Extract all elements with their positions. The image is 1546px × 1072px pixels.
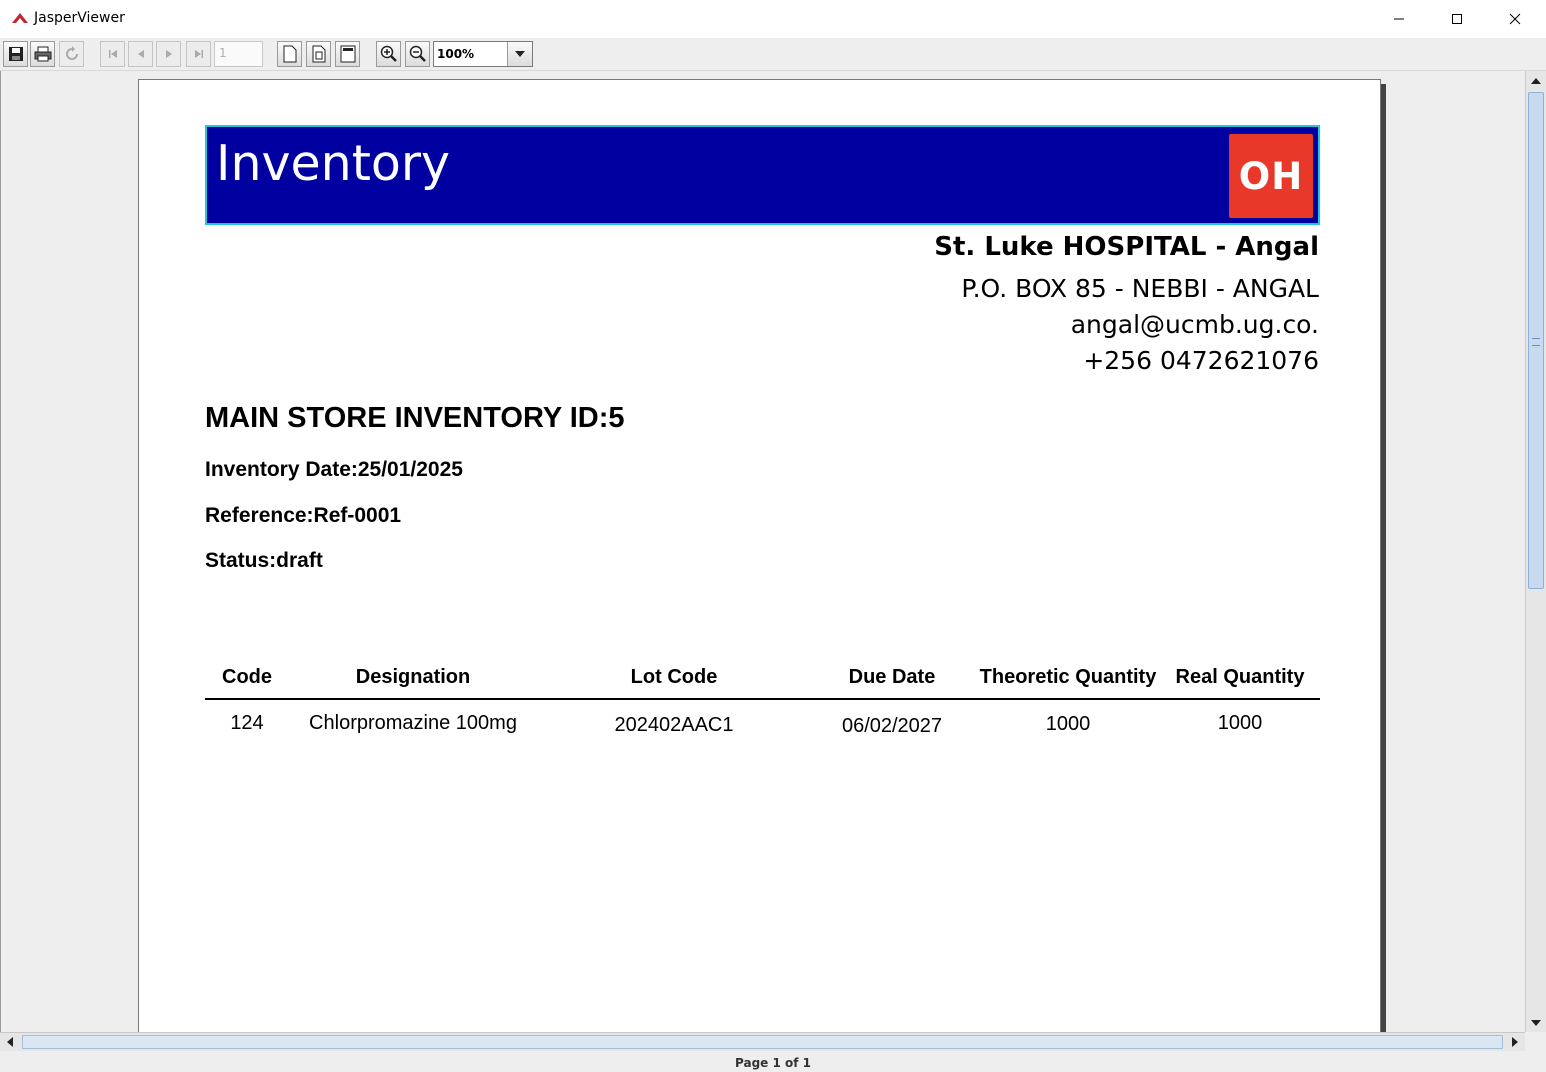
- cell-designation: Chlorpromazine 100mg: [309, 712, 517, 734]
- vertical-scrollbar[interactable]: [1525, 71, 1546, 1032]
- inventory-date: Inventory Date:25/01/2025: [205, 458, 463, 481]
- vertical-scroll-thumb[interactable]: [1528, 92, 1544, 589]
- report-viewport[interactable]: Inventory OH St. Luke HOSPITAL - Angal P…: [0, 71, 1525, 1032]
- cell-code: 124: [230, 712, 264, 734]
- actual-size-icon: [283, 45, 296, 63]
- save-icon: [8, 47, 23, 61]
- zoom-select[interactable]: 100%: [433, 41, 533, 67]
- maximize-icon: [1452, 14, 1462, 24]
- save-button[interactable]: [3, 41, 28, 67]
- first-page-icon: [108, 50, 117, 58]
- page-number-input[interactable]: 1: [214, 41, 263, 67]
- status-bar: Page 1 of 1: [0, 1051, 1546, 1072]
- zoom-dropdown-button[interactable]: [507, 42, 532, 66]
- close-button[interactable]: [1486, 0, 1544, 38]
- cell-due-date: 06/02/2027: [841, 715, 943, 737]
- arrow-left-icon: [7, 1037, 13, 1047]
- column-header-theoretic-quantity: Theoretic Quantity: [979, 666, 1157, 688]
- next-page-button[interactable]: [156, 41, 181, 67]
- column-header-code: Code: [222, 666, 272, 688]
- column-header-lot-code: Lot Code: [630, 666, 718, 688]
- viewer-toolbar: 1 100%: [0, 38, 1546, 71]
- banner-title: Inventory: [216, 135, 451, 192]
- table-header-rule: [205, 698, 1320, 700]
- window-title-bar: JasperViewer: [0, 0, 1546, 39]
- inventory-status: Status:draft: [205, 549, 323, 572]
- report-page: Inventory OH St. Luke HOSPITAL - Angal P…: [138, 79, 1381, 1032]
- hospital-logo: OH: [1229, 134, 1313, 218]
- print-button[interactable]: [30, 41, 55, 67]
- fit-page-icon: [312, 45, 325, 63]
- chevron-down-icon: [515, 51, 525, 57]
- reload-icon: [65, 46, 78, 60]
- zoom-value: 100%: [437, 47, 475, 61]
- print-icon: [34, 46, 51, 62]
- zoom-in-icon: [380, 45, 397, 62]
- zoom-out-button[interactable]: [405, 41, 430, 67]
- arrow-up-icon: [1531, 77, 1541, 84]
- page-status: Page 1 of 1: [735, 1056, 811, 1070]
- cell-theoretic-quantity: 1000: [1045, 713, 1091, 735]
- last-page-button[interactable]: [186, 41, 211, 67]
- reload-button[interactable]: [59, 41, 84, 67]
- first-page-button[interactable]: [100, 41, 125, 67]
- jasper-app-icon: [12, 13, 28, 23]
- hospital-name: St. Luke HOSPITAL - Angal: [934, 232, 1319, 262]
- fit-width-button[interactable]: [335, 41, 360, 67]
- report-banner: Inventory OH: [205, 125, 1320, 225]
- previous-page-button[interactable]: [128, 41, 153, 67]
- scroll-up-button[interactable]: [1526, 71, 1546, 90]
- logo-text: OH: [1238, 154, 1304, 198]
- zoom-out-icon: [409, 45, 426, 62]
- hospital-address: P.O. BOX 85 - NEBBI - ANGAL: [961, 274, 1319, 303]
- inventory-reference: Reference:Ref-0001: [205, 504, 402, 527]
- column-header-real-quantity: Real Quantity: [1175, 666, 1305, 688]
- actual-size-button[interactable]: [277, 41, 302, 67]
- minimize-button[interactable]: [1370, 0, 1428, 38]
- arrow-down-icon: [1531, 1019, 1541, 1026]
- zoom-in-button[interactable]: [376, 41, 401, 67]
- column-header-due-date: Due Date: [848, 666, 936, 688]
- hospital-email: angal@ucmb.ug.co.: [1070, 310, 1319, 339]
- cell-lot-code: 202402AAC1: [614, 714, 734, 736]
- close-icon: [1509, 13, 1521, 25]
- hospital-phone: +256 0472621076: [1083, 346, 1319, 375]
- arrow-right-icon: [1512, 1037, 1518, 1047]
- minimize-icon: [1394, 18, 1404, 20]
- window-title: JasperViewer: [34, 10, 125, 26]
- scroll-grip-icon: [1532, 338, 1540, 346]
- horizontal-scrollbar[interactable]: [0, 1032, 1525, 1051]
- next-page-icon: [165, 50, 172, 58]
- maximize-button[interactable]: [1428, 0, 1486, 38]
- last-page-icon: [194, 50, 203, 58]
- horizontal-scroll-thumb[interactable]: [22, 1035, 1503, 1049]
- scroll-down-button[interactable]: [1526, 1013, 1546, 1032]
- inventory-title: MAIN STORE INVENTORY ID:5: [205, 402, 625, 434]
- scroll-right-button[interactable]: [1505, 1033, 1525, 1051]
- scroll-left-button[interactable]: [0, 1033, 20, 1051]
- previous-page-icon: [137, 50, 144, 58]
- fit-width-icon: [340, 45, 355, 63]
- fit-page-button[interactable]: [306, 41, 331, 67]
- cell-real-quantity: 1000: [1217, 712, 1263, 734]
- column-header-designation: Designation: [355, 666, 471, 688]
